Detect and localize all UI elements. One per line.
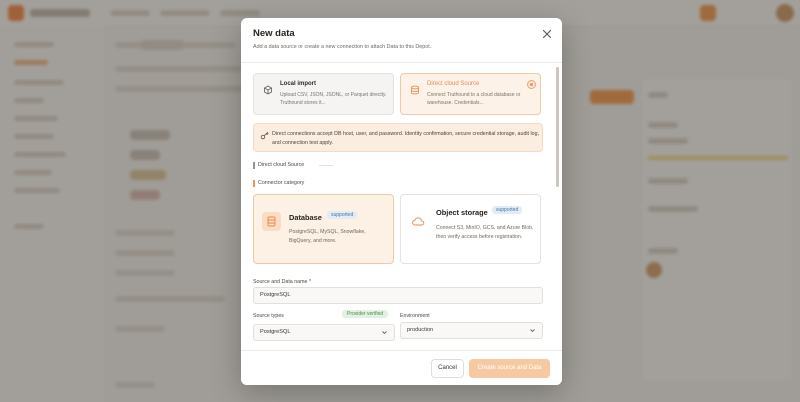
name-field-label: Source and Data name * (253, 279, 312, 285)
environment-value: production (407, 327, 434, 333)
category-description: PostgreSQL, MySQL, Snowflake, BigQuery, … (289, 229, 366, 244)
option-direct-cloud-source[interactable]: Direct cloud Source Connect Truthound to… (400, 73, 541, 115)
database-icon (267, 216, 276, 227)
close-button[interactable] (541, 27, 553, 39)
cancel-button[interactable]: Cancel (431, 359, 464, 378)
modal-scrollbar[interactable] (556, 67, 559, 187)
modal-subtitle: Add a data source or create a new connec… (253, 44, 432, 50)
environment-select[interactable]: production (400, 322, 543, 339)
database-icon (411, 85, 419, 95)
upload-cube-icon (264, 85, 272, 95)
section-marker (253, 180, 255, 187)
close-icon (542, 29, 552, 39)
cloud-icon-box (409, 212, 428, 231)
chevron-down-icon (530, 329, 535, 333)
provider-verified-badge: Provider verified (342, 310, 389, 318)
section-divider (319, 165, 333, 166)
direct-connection-notice: Direct connections accept DB host, user,… (253, 123, 543, 152)
modal-body: Local import Upload CSV, JSON, JSONL, or… (241, 62, 562, 351)
environment-label: Environment (400, 313, 430, 319)
section-title: Direct cloud Source (258, 162, 305, 168)
category-title: Object storage (436, 208, 488, 217)
key-icon (260, 131, 269, 140)
new-data-modal: New data Add a data source or create a n… (241, 18, 562, 385)
cloud-icon (412, 217, 425, 226)
chevron-down-icon (382, 331, 387, 335)
section-connector-category: Connector category (253, 180, 305, 187)
category-title: Database (289, 213, 322, 222)
source-type-select[interactable]: PostgreSQL (253, 324, 395, 341)
source-type-value: PostgreSQL (260, 329, 291, 335)
category-database[interactable]: Database supported PostgreSQL, MySQL, Sn… (253, 194, 394, 264)
option-selected-radio[interactable] (527, 80, 536, 89)
name-input[interactable]: PostgreSQL (253, 287, 543, 304)
option-title: Direct cloud Source (427, 81, 480, 87)
create-source-button[interactable]: Create source and Data (469, 359, 550, 378)
supported-badge: supported (492, 206, 523, 214)
modal-footer: Cancel Create source and Data (241, 350, 562, 385)
modal-title: New data (253, 28, 295, 39)
section-title: Connector category (258, 180, 305, 186)
category-object-storage[interactable]: Object storage supported Connect S3, Min… (400, 194, 541, 264)
option-title: Local import (280, 81, 317, 87)
section-direct-cloud: Direct cloud Source (253, 162, 333, 169)
notice-text: Direct connections accept DB host, user,… (272, 131, 540, 146)
source-type-label: Source types (253, 313, 284, 319)
category-description: Connect S3, MinIO, GCS, and Azure Blob, … (436, 225, 534, 240)
section-marker (253, 162, 255, 169)
option-description: Connect Truthound to a cloud database or… (427, 92, 521, 106)
option-description: Upload CSV, JSON, JSONL, or Parquet dire… (280, 92, 387, 106)
database-icon-box (262, 212, 281, 231)
supported-badge: supported (327, 211, 358, 219)
option-local-import[interactable]: Local import Upload CSV, JSON, JSONL, or… (253, 73, 394, 115)
